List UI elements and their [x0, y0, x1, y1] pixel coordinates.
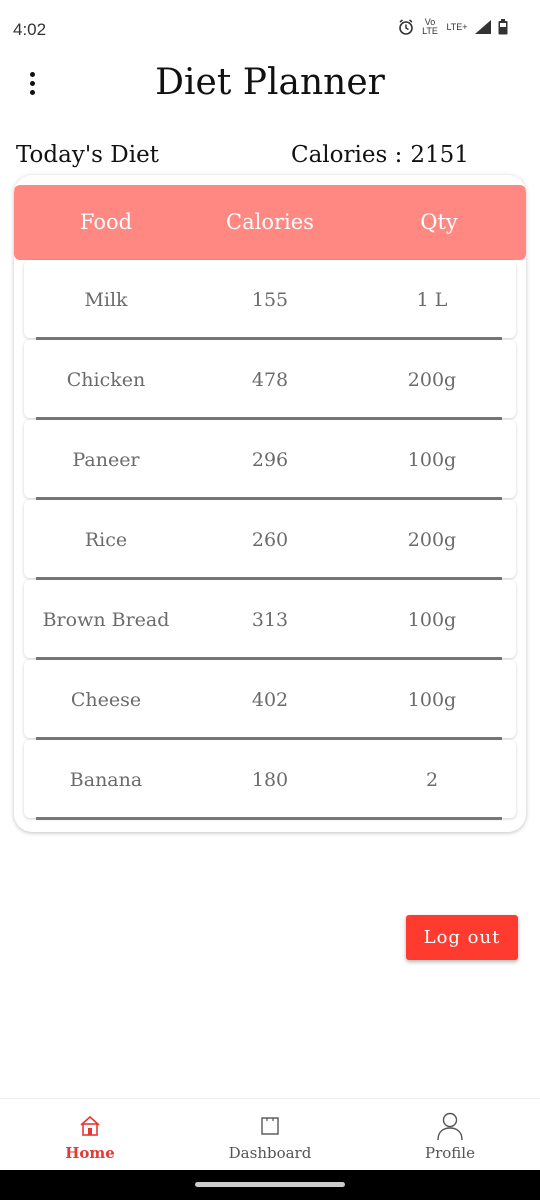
- table-row[interactable]: Cheese 402 100g: [14, 660, 526, 740]
- battery-icon: [498, 19, 508, 35]
- table-row[interactable]: Rice 260 200g: [14, 500, 526, 580]
- alarm-icon: [399, 19, 413, 35]
- qty-cell: 200g: [407, 529, 457, 551]
- home-indicator[interactable]: [195, 1182, 345, 1187]
- column-header-calories: Calories: [226, 210, 314, 234]
- network-type: LTE+: [446, 21, 468, 32]
- food-cell: Milk: [84, 289, 128, 311]
- row-divider: [36, 817, 502, 820]
- calories-total: 2151: [410, 142, 469, 168]
- todays-diet-label: Today's Diet: [16, 142, 159, 168]
- diet-table-card: Food Calories Qty Milk 155 1 L Chicken 4…: [14, 175, 526, 832]
- calories-cell: 313: [251, 609, 289, 631]
- food-cell: Paneer: [72, 449, 140, 471]
- calories-cell: 155: [251, 289, 289, 311]
- column-header-food: Food: [79, 210, 133, 234]
- food-cell: Banana: [69, 769, 143, 791]
- table-row[interactable]: Paneer 296 100g: [14, 420, 526, 500]
- qty-cell: 1 L: [416, 289, 448, 311]
- calories-cell: 296: [251, 449, 289, 471]
- app-header: Diet Planner: [0, 60, 540, 110]
- food-cell: Brown Bread: [42, 609, 170, 631]
- logout-button[interactable]: Log out: [406, 915, 518, 960]
- table-body: Milk 155 1 L Chicken 478 200g Paneer 296…: [14, 260, 526, 820]
- nav-label-home: Home: [65, 1144, 115, 1162]
- table-row[interactable]: Chicken 478 200g: [14, 340, 526, 420]
- nav-item-dashboard[interactable]: Dashboard: [180, 1099, 360, 1171]
- qty-cell: 100g: [407, 449, 457, 471]
- page-title: Diet Planner: [155, 62, 385, 103]
- food-cell: Chicken: [66, 369, 146, 391]
- status-bar: 4:02 Vo LTE LTE+: [0, 0, 540, 60]
- qty-cell: 200g: [407, 369, 457, 391]
- nav-label-profile: Profile: [425, 1144, 475, 1162]
- profile-icon: [437, 1112, 463, 1141]
- calories-summary: Calories : 2151: [291, 142, 469, 168]
- table-row[interactable]: Banana 180 2: [14, 740, 526, 820]
- calories-cell: 478: [251, 369, 289, 391]
- calories-cell: 402: [251, 689, 289, 711]
- system-nav-bar: [0, 1170, 540, 1200]
- column-header-qty: Qty: [420, 210, 458, 234]
- calories-cell: 260: [251, 529, 289, 551]
- home-icon: [80, 1115, 100, 1136]
- qty-cell: 100g: [407, 609, 457, 631]
- calories-summary-label: Calories :: [291, 142, 403, 168]
- qty-cell: 100g: [407, 689, 457, 711]
- volte-indicator: Vo LTE: [422, 17, 438, 36]
- status-icons: Vo LTE LTE+: [398, 18, 508, 36]
- food-cell: Rice: [84, 529, 128, 551]
- qty-cell: 2: [425, 769, 439, 791]
- food-cell: Cheese: [70, 689, 142, 711]
- table-row[interactable]: Brown Bread 313 100g: [14, 580, 526, 660]
- table-header: Food Calories Qty: [14, 185, 526, 260]
- nav-label-dashboard: Dashboard: [228, 1144, 312, 1162]
- table-row[interactable]: Milk 155 1 L: [14, 260, 526, 340]
- nav-item-profile[interactable]: Profile: [360, 1099, 540, 1171]
- signal-icon: [475, 20, 491, 34]
- calories-cell: 180: [251, 769, 289, 791]
- bottom-nav: Home Dashboard Profile: [0, 1098, 540, 1170]
- dashboard-icon: [261, 1117, 279, 1135]
- status-time: 4:02: [13, 20, 47, 39]
- summary-row: Today's Diet Calories : 2151: [16, 142, 476, 176]
- nav-item-home[interactable]: Home: [0, 1099, 180, 1171]
